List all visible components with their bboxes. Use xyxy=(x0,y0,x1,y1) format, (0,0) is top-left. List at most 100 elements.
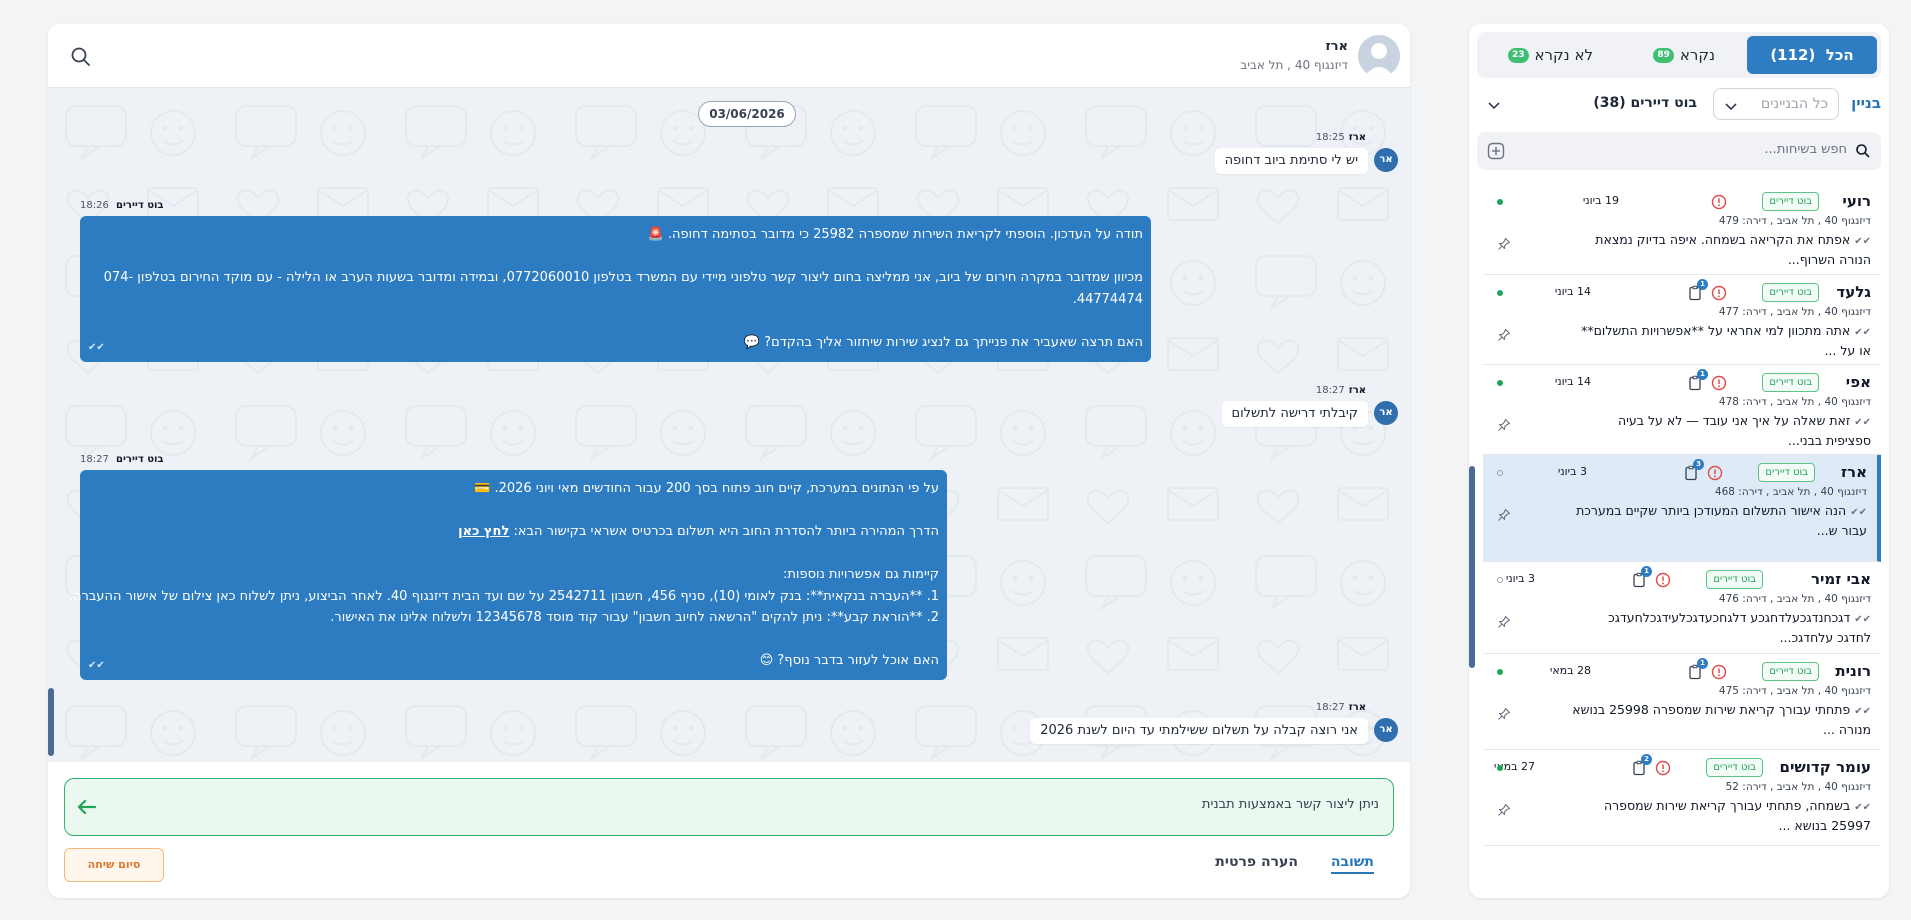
read-check-icon: ✔✔ xyxy=(1854,417,1871,428)
conversation-name: עומר קדושים xyxy=(1779,758,1872,776)
clipboard-icon: 1 xyxy=(1687,369,1708,391)
pin-icon[interactable] xyxy=(1497,614,1511,628)
tab-label: הכל xyxy=(1825,46,1854,64)
conversation-address: דיזנגוף 40 , תל אביב , דירה: 468 xyxy=(1714,486,1867,498)
message-sender: בוט דיירים xyxy=(116,200,164,211)
preview-text: אתה מתכוון למי אחראי על **אפשרויות התשלו… xyxy=(1581,323,1871,358)
pin-icon[interactable] xyxy=(1497,236,1511,250)
conversation-date: 19 ביוני xyxy=(1582,194,1619,207)
alert-icon xyxy=(1655,760,1671,776)
pin-icon[interactable] xyxy=(1497,802,1511,816)
message-time: 18:27 xyxy=(1315,702,1345,713)
pin-icon[interactable] xyxy=(1497,706,1511,720)
conversation-date: 3 ביוני xyxy=(1557,465,1587,478)
tab-reply[interactable]: תשובה xyxy=(1330,854,1374,874)
conversation-item[interactable]: רועי בוט דיירים 19 ביוני דיזנגוף 40 , תל אב… xyxy=(1483,184,1881,275)
message-line: על פי הנתונים במערכת, קיים חוב פתוח בסך … xyxy=(474,481,939,496)
conversation-item[interactable]: אפי בוט דיירים 1 14 ביוני דיזנגוף 40 , תל אב… xyxy=(1483,365,1881,455)
incoming-message: קיבלתי דרישה לתשלום xyxy=(1221,401,1368,427)
send-arrow-icon[interactable] xyxy=(75,795,99,819)
date-separator: 03/06/2026 xyxy=(698,101,796,127)
building-select[interactable]: כל הבניינים xyxy=(1713,88,1839,120)
alert-icon xyxy=(1655,572,1671,588)
conversation-item[interactable]: רונית בוט דיירים 1 28 במאי דיזנגוף 40 , תל א… xyxy=(1483,654,1881,750)
message-area[interactable]: 03/06/2026 ארז18:25 אר יש לי סתימת ביוב … xyxy=(48,88,1410,762)
message-composer[interactable]: ניתן ליצור קשר באמצעות תבנית xyxy=(64,778,1394,836)
message-meta: ארז18:27 xyxy=(1316,385,1366,396)
status-dot xyxy=(1497,669,1503,675)
conversation-name: גלעד xyxy=(1836,283,1871,301)
conversation-name: רועי xyxy=(1842,192,1871,210)
conversation-address: דיזנגוף 40 , תל אביב , דירה: 478 xyxy=(1718,396,1871,408)
conversation-address: דיזנגוף 40 , תל אביב , דירה: 479 xyxy=(1718,215,1871,227)
message-line: האם אוכל לעזור בדבר נוסף? 😊 xyxy=(759,653,939,668)
clipboard-icon: 1 xyxy=(1687,279,1708,301)
tab-count: (112) xyxy=(1770,46,1816,64)
alert-icon xyxy=(1711,285,1727,301)
search-icon xyxy=(1855,143,1871,159)
conversation-name: ארז xyxy=(1841,463,1867,481)
message-time: 18:27 xyxy=(1315,385,1345,396)
message-meta: ארז18:27 xyxy=(1316,702,1366,713)
select-value: כל הבניינים xyxy=(1761,96,1828,112)
conversation-preview: ✔✔אתה מתכוון למי אחראי על **אפשרויות התש… xyxy=(1571,322,1871,360)
tab-all[interactable]: הכל (112) xyxy=(1747,36,1877,74)
read-check-icon: ✔✔ xyxy=(1854,236,1871,247)
chat-scrollbar[interactable] xyxy=(48,688,54,756)
sender-avatar: אר xyxy=(1374,718,1398,742)
search-icon[interactable] xyxy=(70,46,92,68)
read-check-icon: ✔✔ xyxy=(1854,327,1871,338)
pin-icon[interactable] xyxy=(1497,507,1511,521)
pin-icon[interactable] xyxy=(1497,327,1511,341)
conversation-list[interactable]: רועי בוט דיירים 19 ביוני דיזנגוף 40 , תל אב… xyxy=(1469,184,1889,898)
clipboard-icon: 1 xyxy=(1687,658,1708,680)
chevron-down-icon xyxy=(1487,97,1501,111)
conversation-item[interactable]: ארז בוט דיירים 3 3 ביוני דיזנגוף 40 , תל אבי… xyxy=(1483,455,1881,562)
alert-icon xyxy=(1711,194,1727,210)
tab-unread[interactable]: לא נקרא 23 xyxy=(1483,36,1593,74)
message-line xyxy=(88,310,1143,332)
conversation-item[interactable]: גלעד בוט דיירים 1 14 ביוני דיזנגוף 40 , תל א… xyxy=(1483,275,1881,365)
sidebar-scrollbar[interactable] xyxy=(1469,466,1475,668)
filter-tabs: הכל (112) נקרא 89 לא נקרא 23 xyxy=(1477,32,1881,78)
preview-text: פתחתי עבורך קריאת שירות שמספרה 25998 בנו… xyxy=(1572,702,1871,737)
bot-message: תודה על העדכון. הוספתי לקריאת השירות שמס… xyxy=(80,216,1151,362)
message-meta: 18:27 בוט דיירים xyxy=(80,454,164,465)
read-check-icon: ✔✔ xyxy=(88,341,105,353)
incoming-message: יש לי סתימת ביוב דחופה xyxy=(1214,148,1368,174)
pin-icon[interactable] xyxy=(1497,417,1511,431)
conversation-date: 14 ביוני xyxy=(1554,375,1591,388)
conversation-address: דיזנגוף 40 , תל אביב , דירה: 477 xyxy=(1718,306,1871,318)
conversation-date: 28 במאי xyxy=(1549,664,1591,677)
building-label: בניין xyxy=(1851,94,1881,112)
tab-read[interactable]: נקרא 89 xyxy=(1615,36,1715,74)
conversation-address: דיזנגוף 40 , תל אביב , דירה: 52 xyxy=(1725,781,1871,793)
conversation-search[interactable]: חפש בשיחות... xyxy=(1477,132,1881,170)
contact-address: דיזנגוף 40 , תל אביב xyxy=(1240,58,1348,72)
sender-avatar: אר xyxy=(1374,148,1398,172)
clip-badge: 1 xyxy=(1697,369,1708,380)
incoming-message: אני רוצה קבלה על תשלום ששילמתי עד היום ל… xyxy=(1030,718,1368,744)
message-sender: בוט דיירים xyxy=(116,454,164,465)
end-conversation-button[interactable]: סיום שיחה xyxy=(64,848,164,882)
payment-link[interactable]: לחץ כאן xyxy=(458,524,509,539)
alert-icon xyxy=(1707,465,1723,481)
bot-select[interactable]: בוט דיירים (38) xyxy=(1477,88,1707,120)
message-line xyxy=(88,629,939,651)
add-icon[interactable] xyxy=(1487,142,1505,160)
conversation-item[interactable]: עומר קדושים בוט דיירים 2 27 במאי דיזנגוף 40 … xyxy=(1483,750,1881,846)
message-line xyxy=(88,246,1143,268)
message-line: תודה על העדכון. הוספתי לקריאת השירות שמס… xyxy=(647,227,1143,242)
contact-name: ארז xyxy=(1325,39,1349,54)
read-check-icon: ✔✔ xyxy=(1854,706,1871,717)
clipboard-icon: 1 xyxy=(1631,566,1652,588)
conversation-name: אפי xyxy=(1845,373,1871,391)
conversation-address: דיזנגוף 40 , תל אביב , דירה: 475 xyxy=(1718,685,1871,697)
message-line: 1. **העברה בנקאית**: בנק לאומי (10), סני… xyxy=(68,588,939,604)
conversation-item[interactable]: אבי זמיר בוט דיירים 1 3 ביוני דיזנגוף 40 , ת… xyxy=(1483,562,1881,654)
preview-text: דגכחנדגכעלדחגכע דלגחכעדגכלעידגכלחעדגכ לח… xyxy=(1608,610,1871,645)
clipboard-icon: 3 xyxy=(1683,459,1704,481)
composer-text: ניתן ליצור קשר באמצעות תבנית xyxy=(1201,797,1379,812)
tab-private-note[interactable]: הערה פרטית xyxy=(1215,854,1298,870)
chevron-down-icon xyxy=(1724,98,1738,112)
